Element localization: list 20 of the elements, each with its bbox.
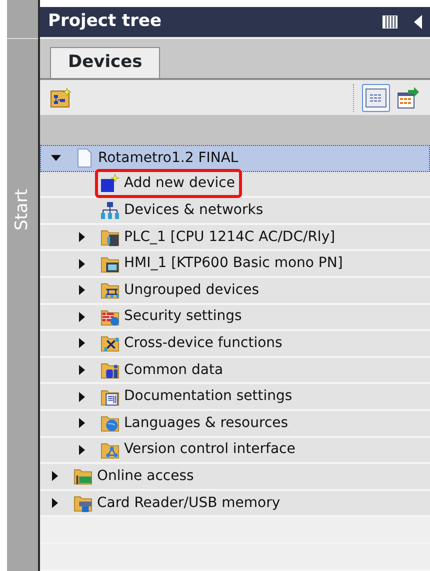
tree-item[interactable]: Ungrouped devices: [95, 276, 266, 305]
tree-item[interactable]: Version control interface: [95, 435, 302, 464]
collapse-arrow-icon[interactable]: [414, 15, 422, 29]
list-view-button[interactable]: [362, 84, 390, 112]
add-device-icon: [100, 174, 120, 194]
tree-item[interactable]: HMI_1 [KTP600 Basic mono PN]: [95, 249, 350, 278]
tree-item[interactable]: Add new device: [95, 169, 242, 198]
tree-item[interactable]: Devices & networks: [95, 196, 270, 225]
tree-item[interactable]: Security settings: [95, 302, 249, 332]
network-icon: [100, 200, 120, 220]
panel-title: Project tree: [48, 10, 163, 34]
tree-item[interactable]: Common data: [95, 356, 230, 385]
column-layout-icon[interactable]: [382, 15, 398, 29]
tree-item[interactable]: Online access: [68, 462, 201, 491]
tree-item[interactable]: Languages & resources: [95, 408, 296, 438]
tree-item[interactable]: PLC_1 [CPU 1214C AC/DC/Rly]: [95, 222, 342, 252]
tree-item[interactable]: Documentation settings: [95, 382, 300, 412]
devices-tab[interactable]: Devices: [50, 47, 160, 78]
tree-item[interactable]: Cross-device functions: [95, 328, 290, 358]
tree-item[interactable]: Card Reader/USB memory: [68, 488, 288, 518]
